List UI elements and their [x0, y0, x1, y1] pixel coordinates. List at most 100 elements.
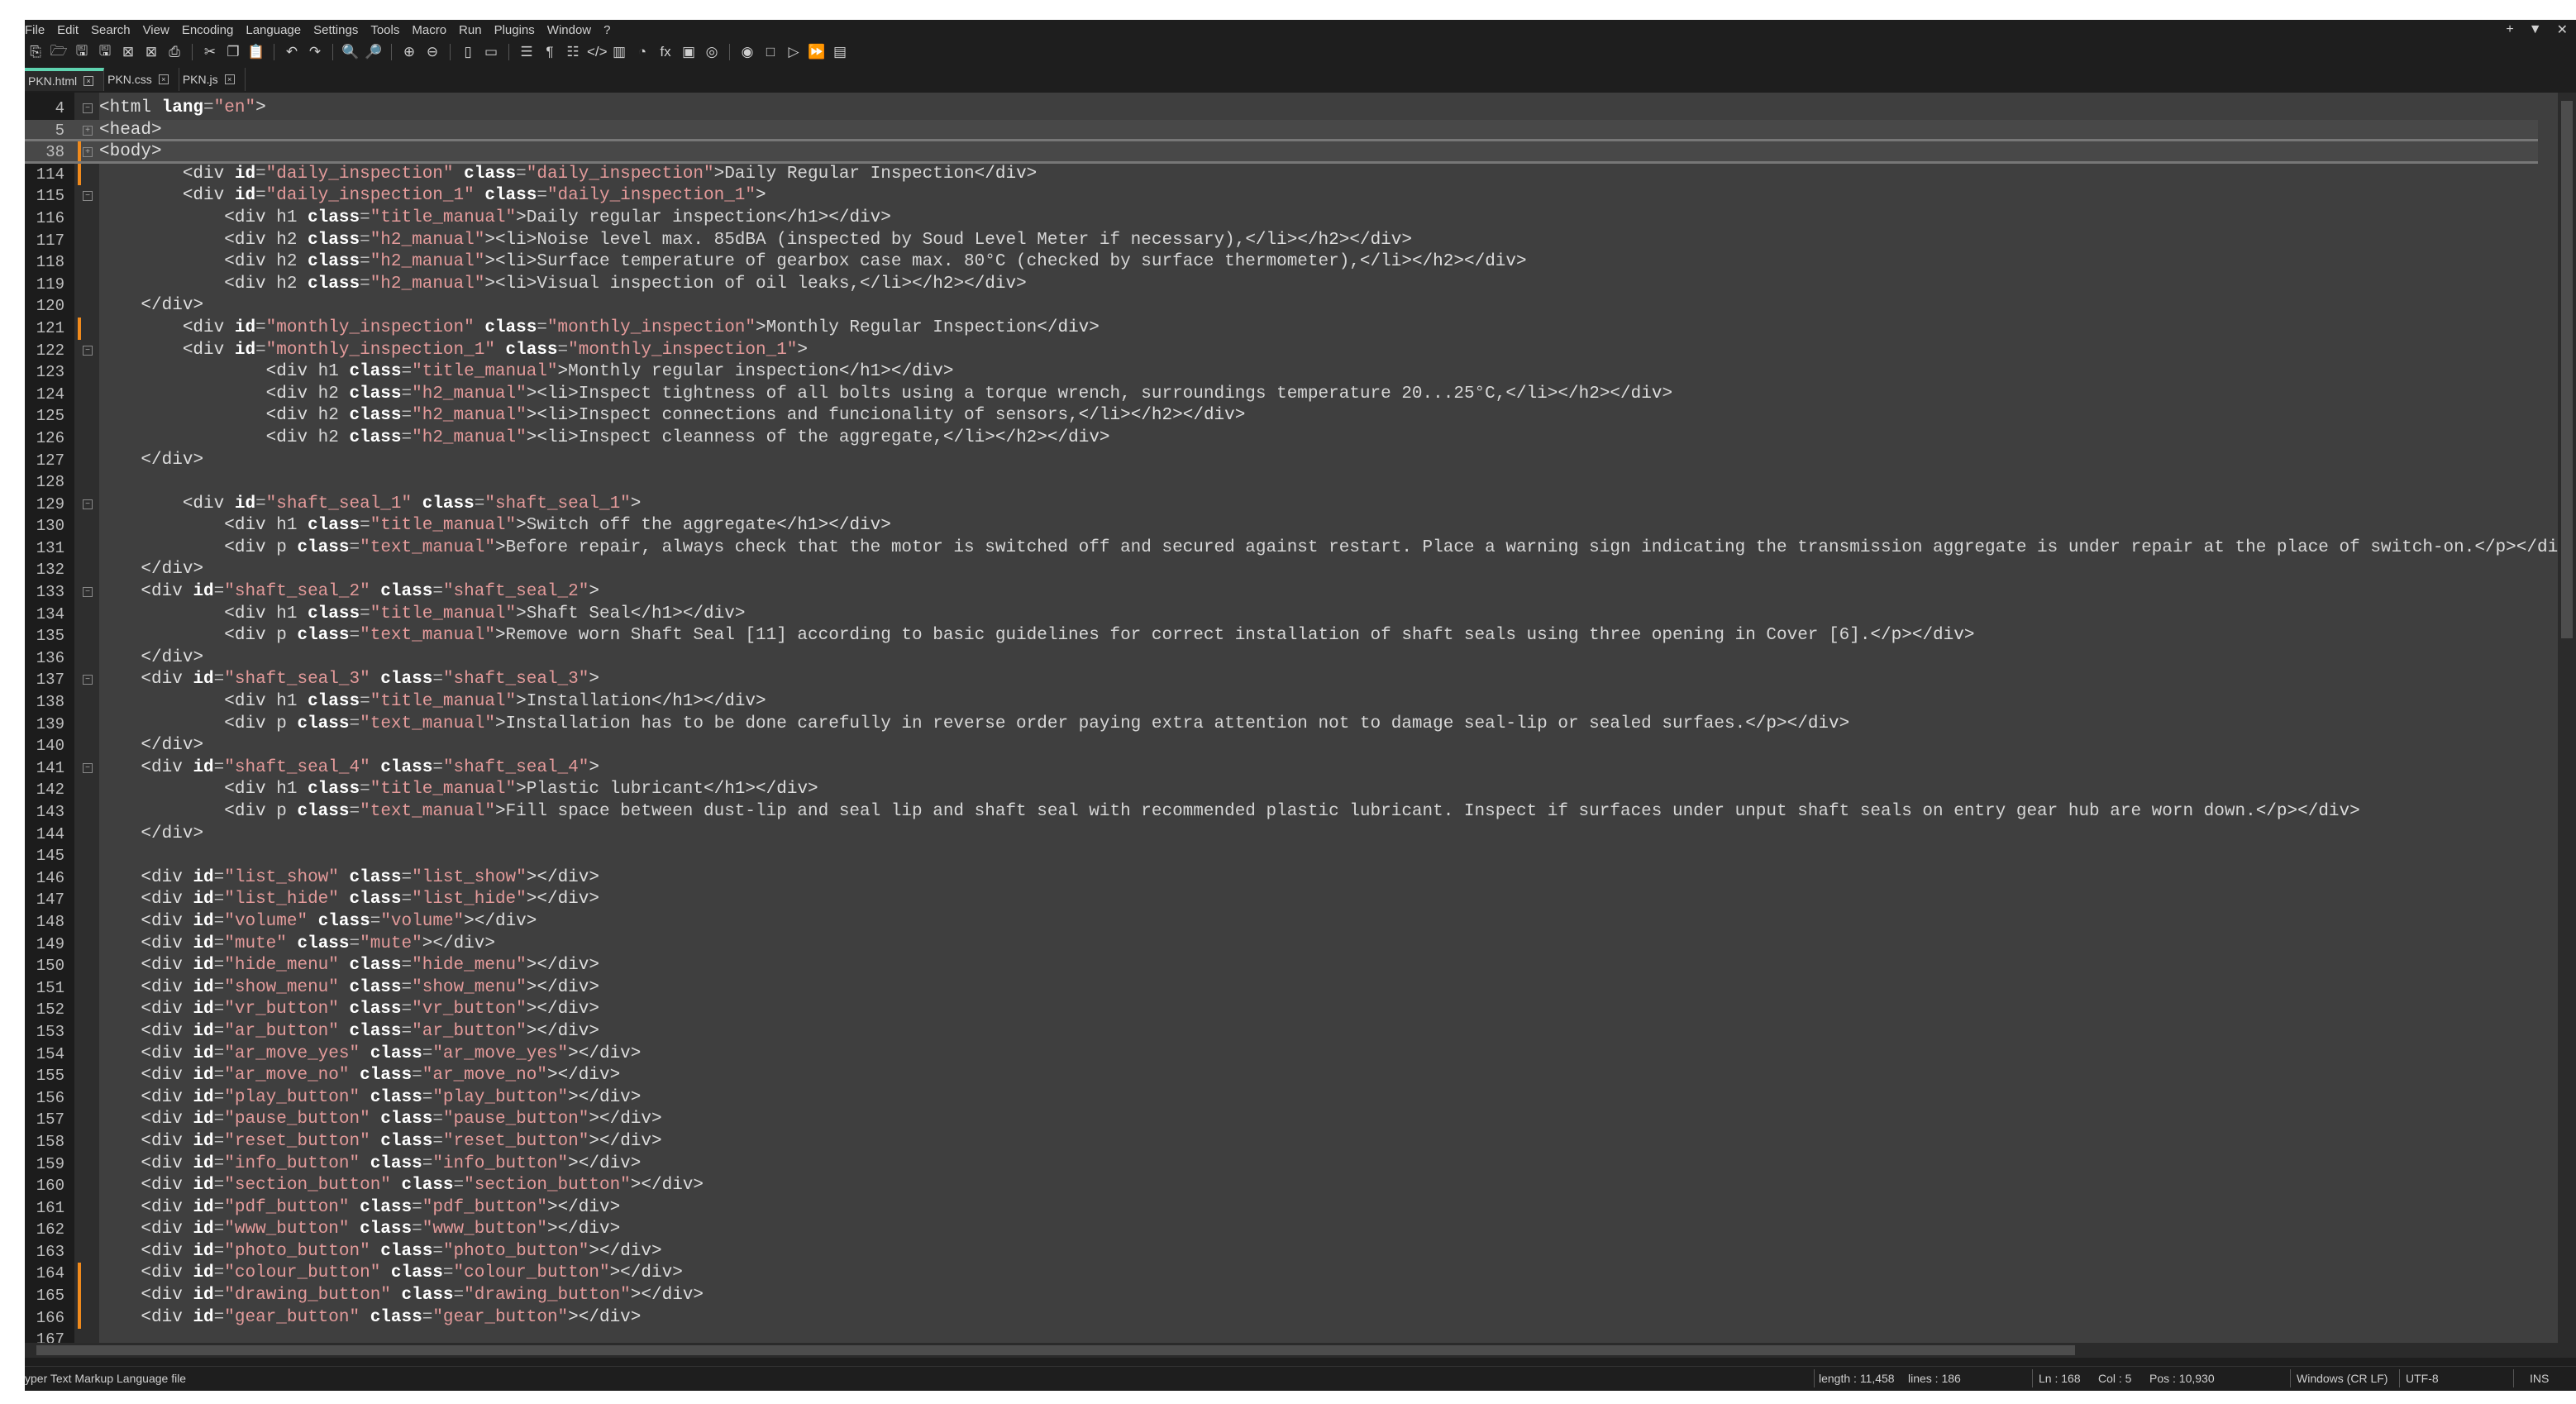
cut-icon[interactable]: ✂	[201, 44, 219, 60]
menu-file[interactable]: File	[25, 23, 52, 37]
code-line: 158 <div id="reset_button" class="reset_…	[25, 1131, 2538, 1153]
menu-encoding[interactable]: Encoding	[182, 23, 241, 37]
doc-map-icon[interactable]: ▥	[610, 44, 628, 60]
menu-help[interactable]: ?	[603, 23, 618, 37]
horizontal-scroll-thumb[interactable]	[36, 1345, 2075, 1355]
line-text: <div id="ar_move_no" class="ar_move_no">…	[141, 1066, 621, 1086]
status-eol[interactable]: Windows (CR LF)	[2297, 1372, 2388, 1385]
record-macro-icon[interactable]: ◉	[738, 44, 756, 60]
sync-h-icon[interactable]: ▭	[482, 44, 500, 60]
save-macro-icon[interactable]: ▤	[831, 44, 849, 60]
paste-icon[interactable]: 📋	[247, 44, 265, 60]
fold-collapse-icon[interactable]: −	[83, 103, 93, 113]
menu-search[interactable]: Search	[91, 23, 138, 37]
code-line: 120 </div>	[25, 295, 2538, 318]
line-number: 4	[55, 99, 64, 117]
function-list-icon[interactable]: fx	[656, 44, 675, 60]
tab-pkn-js[interactable]: PKN.js ×	[179, 68, 246, 91]
line-text: <div id="drawing_button" class="drawing_…	[141, 1286, 704, 1306]
folder-workspace-icon[interactable]: ▣	[680, 44, 698, 60]
zoom-in-icon[interactable]: ⊕	[400, 44, 418, 60]
word-wrap-icon[interactable]: ☰	[518, 44, 536, 60]
line-text: <div id="pause_button" class="pause_butt…	[141, 1110, 662, 1129]
code-line: 121 <div id="monthly_inspection" class="…	[25, 317, 2538, 340]
show-all-chars-icon[interactable]: ¶	[541, 44, 559, 60]
redo-icon[interactable]: ↷	[306, 44, 324, 60]
code-line: 131 <div p class="text_manual">Before re…	[25, 537, 2576, 560]
menu-run[interactable]: Run	[459, 23, 489, 37]
code-line: 156 <div id="play_button" class="play_bu…	[25, 1087, 2538, 1110]
code-line: 154 <div id="ar_move_yes" class="ar_move…	[25, 1043, 2538, 1066]
code-line: 160 <div id="section_button" class="sect…	[25, 1175, 2538, 1197]
tab-pkn-html[interactable]: PKN.html ×	[25, 68, 105, 91]
close-all-icon[interactable]: ⊠	[142, 44, 160, 60]
menu-window[interactable]: Window	[547, 23, 599, 37]
sync-v-icon[interactable]: ▯	[459, 44, 477, 60]
replace-icon[interactable]: 🔎	[365, 44, 383, 60]
vertical-scrollbar[interactable]	[2558, 93, 2576, 1358]
fold-collapse-icon[interactable]: −	[83, 587, 93, 598]
code-line: 143 <div p class="text_manual">Fill spac…	[25, 801, 2538, 824]
menu-view[interactable]: View	[143, 23, 177, 37]
fold-collapse-icon[interactable]: −	[83, 762, 93, 773]
fold-expand-icon[interactable]: +	[83, 125, 93, 136]
fold-collapse-icon[interactable]: −	[83, 675, 93, 685]
code-editor[interactable]: 4− <html lang="en"> 5 + <head> 38 + <body> 114 <…	[25, 93, 2576, 1358]
vertical-scroll-thumb[interactable]	[2561, 101, 2573, 638]
tab-pkn-css[interactable]: PKN.css ×	[104, 68, 179, 91]
tab-label: PKN.css	[107, 73, 152, 86]
close-icon[interactable]: ✕	[2557, 21, 2568, 38]
play-macro-icon[interactable]: ▷	[785, 44, 803, 60]
line-number: 120	[36, 297, 64, 316]
code-line: 129 − <div id="shaft_seal_1" class="shaft…	[25, 494, 2538, 516]
line-number: 119	[36, 275, 64, 294]
stop-record-icon[interactable]: □	[761, 44, 780, 60]
code-line: 116 <div h1 class="title_manual">Daily r…	[25, 208, 2538, 230]
menu-macro[interactable]: Macro	[412, 23, 454, 37]
line-number: 140	[36, 737, 64, 756]
fold-collapse-icon[interactable]: −	[83, 345, 93, 356]
menu-language[interactable]: Language	[246, 23, 308, 37]
line-text: <div h1 class="title_manual">Plastic lub…	[224, 780, 818, 800]
status-encoding[interactable]: UTF-8	[2406, 1372, 2439, 1385]
udl-icon[interactable]: </>	[587, 44, 608, 60]
fold-collapse-icon[interactable]: −	[83, 499, 93, 509]
code-line: 166 <div id="gear_button" class="gear_bu…	[25, 1306, 2538, 1330]
line-number: 161	[36, 1198, 64, 1217]
close-icon[interactable]: ⊠	[119, 44, 137, 60]
tab-close-icon[interactable]: ×	[83, 76, 94, 86]
horizontal-scrollbar[interactable]	[25, 1343, 2576, 1358]
undo-icon[interactable]: ↶	[283, 44, 301, 60]
run-macro-multiple-icon[interactable]: ⏩	[808, 44, 826, 60]
find-icon[interactable]: 🔍	[341, 44, 360, 60]
menu-edit[interactable]: Edit	[57, 23, 86, 37]
menu-settings[interactable]: Settings	[313, 23, 365, 37]
tab-close-icon[interactable]: ×	[224, 74, 235, 84]
open-icon[interactable]: 🗁	[50, 41, 68, 64]
zoom-out-icon[interactable]: ⊖	[423, 44, 441, 60]
doc-list-icon[interactable]: ◔	[633, 44, 651, 60]
indent-guide-icon[interactable]: ☷	[564, 44, 582, 60]
code-line: 38 + <body>	[25, 141, 2538, 164]
copy-icon[interactable]: ❐	[224, 44, 242, 60]
fold-expand-icon[interactable]: +	[83, 147, 93, 158]
new-file-icon[interactable]: ⎘	[26, 44, 45, 60]
code-line: 125 <div h2 class="h2_manual"><li>Inspec…	[25, 405, 2538, 427]
new-window-icon[interactable]: +	[2506, 22, 2513, 37]
menu-tools[interactable]: Tools	[370, 23, 407, 37]
code-line: 152 <div id="vr_button" class="vr_button…	[25, 999, 2538, 1021]
dropdown-icon[interactable]: ▼	[2529, 22, 2542, 37]
save-all-icon[interactable]: 🖫	[96, 41, 114, 64]
line-number: 139	[36, 714, 64, 733]
monitoring-icon[interactable]: ◎	[703, 44, 721, 60]
line-number: 149	[36, 934, 64, 953]
status-length: length : 11,458	[1819, 1372, 1895, 1385]
line-text: <div id="daily_inspection" class="daily_…	[182, 164, 1038, 184]
fold-collapse-icon[interactable]: −	[83, 191, 93, 202]
line-text: <div h2 class="h2_manual"><li>Noise leve…	[224, 230, 1412, 250]
line-number: 135	[36, 627, 64, 646]
tab-close-icon[interactable]: ×	[158, 74, 169, 84]
print-icon[interactable]: ⎙	[165, 44, 184, 60]
save-icon[interactable]: 🖫	[73, 41, 91, 64]
menu-plugins[interactable]: Plugins	[494, 23, 542, 37]
